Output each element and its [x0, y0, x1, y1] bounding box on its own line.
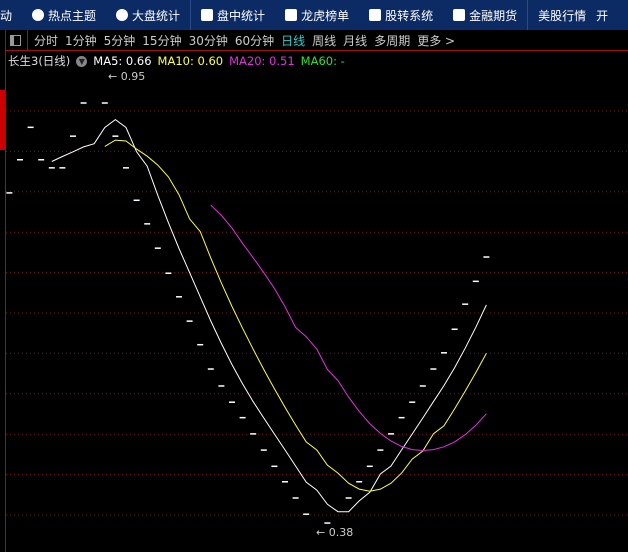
- ma5-line: [51, 118, 487, 513]
- high-price-label: ← 0.95: [108, 70, 145, 83]
- price-chart[interactable]: ← 0.95 ← 0.38: [0, 0, 628, 552]
- low-price-label: ← 0.38: [316, 526, 353, 539]
- ma20-line: [210, 204, 487, 452]
- ma10-line: [104, 139, 487, 492]
